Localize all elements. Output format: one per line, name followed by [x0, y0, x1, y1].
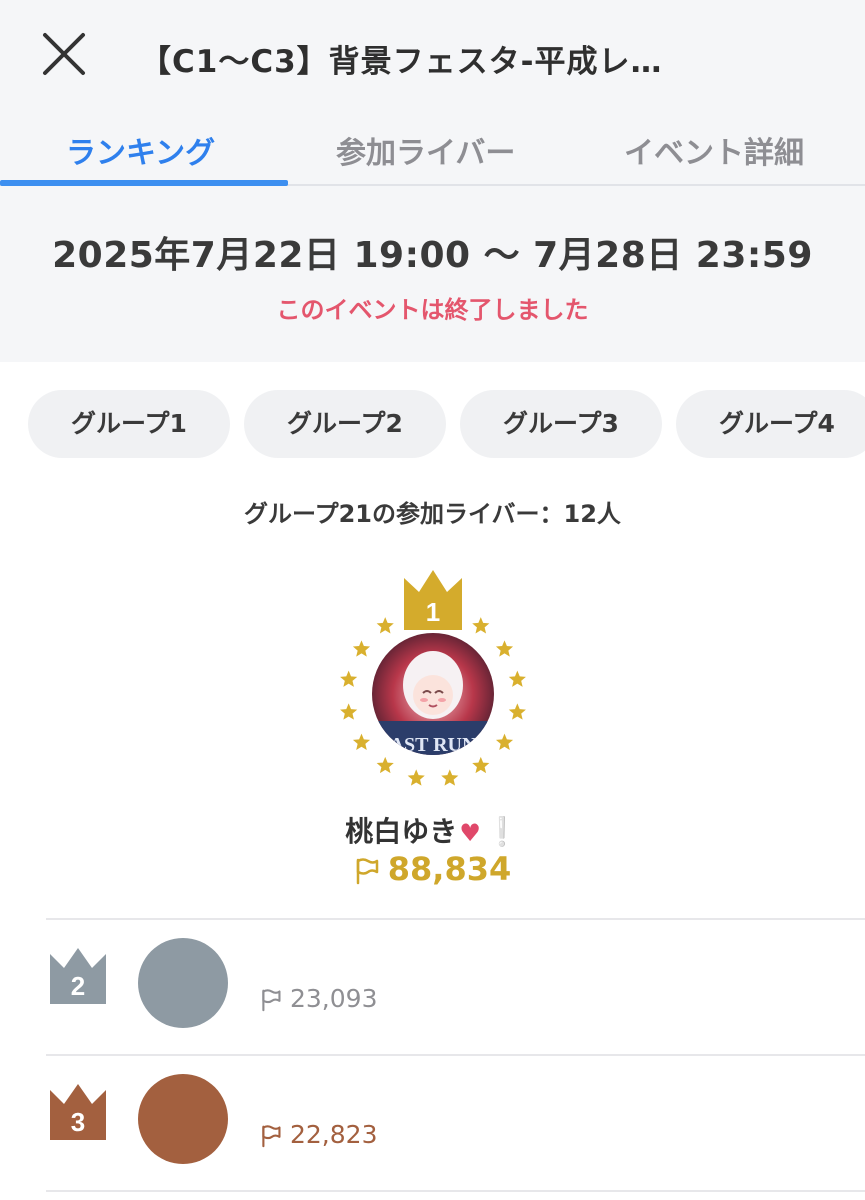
- score-value: 23,093: [290, 984, 378, 1013]
- score-value: 22,823: [290, 1120, 378, 1149]
- group-chip-1[interactable]: グループ1: [28, 390, 230, 458]
- tab-event-details[interactable]: イベント詳細: [624, 128, 804, 172]
- heart-emoji: ♥: [459, 819, 481, 847]
- rank-number: 3: [71, 1107, 85, 1137]
- ranking-row-3[interactable]: 3 22,823: [0, 1056, 865, 1190]
- star-icon: [495, 733, 514, 750]
- group-participant-count: グループ21の参加ライバー：12人: [244, 500, 621, 528]
- star-icon: [441, 769, 459, 786]
- close-button[interactable]: [36, 26, 92, 82]
- exclamation-emoji: ❕: [484, 815, 520, 848]
- flag-icon: [356, 858, 378, 885]
- score: 23,093: [260, 984, 377, 1013]
- winner-name-text: 桃白ゆき: [345, 815, 458, 848]
- star-icon: [508, 703, 526, 720]
- star-icon: [472, 756, 490, 774]
- winner-score-value: 88,834: [387, 850, 512, 888]
- divider: [46, 1190, 865, 1192]
- flag-icon: [262, 1125, 281, 1148]
- group-selector: グループ1 グループ2 グループ3 グループ4: [28, 390, 865, 460]
- group-chip-2[interactable]: グループ2: [244, 390, 446, 458]
- star-icon: [508, 670, 526, 687]
- star-icon: [407, 769, 425, 786]
- silver-crown-icon: 2: [50, 948, 106, 1004]
- winner-name: 桃白ゆき♥ ❕: [0, 810, 865, 850]
- score: 22,823: [260, 1120, 377, 1149]
- star-icon: [495, 640, 514, 657]
- group-chip-4[interactable]: グループ4: [676, 390, 865, 458]
- rank-number: 2: [71, 971, 85, 1001]
- close-icon[interactable]: [36, 26, 92, 82]
- tab-participants[interactable]: 参加ライバー: [336, 128, 515, 172]
- ranking-row-2[interactable]: 2 23,093: [0, 920, 865, 1054]
- avatar-image: AST RUN: [372, 633, 494, 755]
- event-period: 2025年7月22日 19:00 〜 7月28日 23:59: [52, 235, 813, 276]
- tab-ranking[interactable]: ランキング: [66, 128, 215, 172]
- star-icon: [352, 733, 371, 750]
- winner-avatar[interactable]: AST RUN: [372, 633, 494, 755]
- winner-score: 88,834: [0, 850, 865, 888]
- active-tab-indicator: [0, 180, 288, 186]
- event-header: 【C1〜C3】背景フェスタ-平成レ… ランキング 参加ライバー イベント詳細 2…: [0, 0, 865, 362]
- star-icon: [340, 703, 358, 720]
- tab-bar: ランキング 参加ライバー イベント詳細: [0, 118, 865, 186]
- group-chip-3[interactable]: グループ3: [460, 390, 662, 458]
- event-status: このイベントは終了しました: [276, 296, 589, 324]
- flag-icon: [262, 989, 281, 1012]
- page-title: 【C1〜C3】背景フェスタ-平成レ…: [140, 44, 663, 80]
- star-icon: [340, 670, 358, 687]
- bronze-crown-icon: 3: [50, 1084, 106, 1140]
- star-icon: [376, 617, 394, 634]
- star-icon: [472, 617, 490, 634]
- star-icon: [376, 756, 394, 774]
- avatar[interactable]: [138, 938, 228, 1028]
- star-icon: [352, 640, 371, 657]
- avatar[interactable]: [138, 1074, 228, 1164]
